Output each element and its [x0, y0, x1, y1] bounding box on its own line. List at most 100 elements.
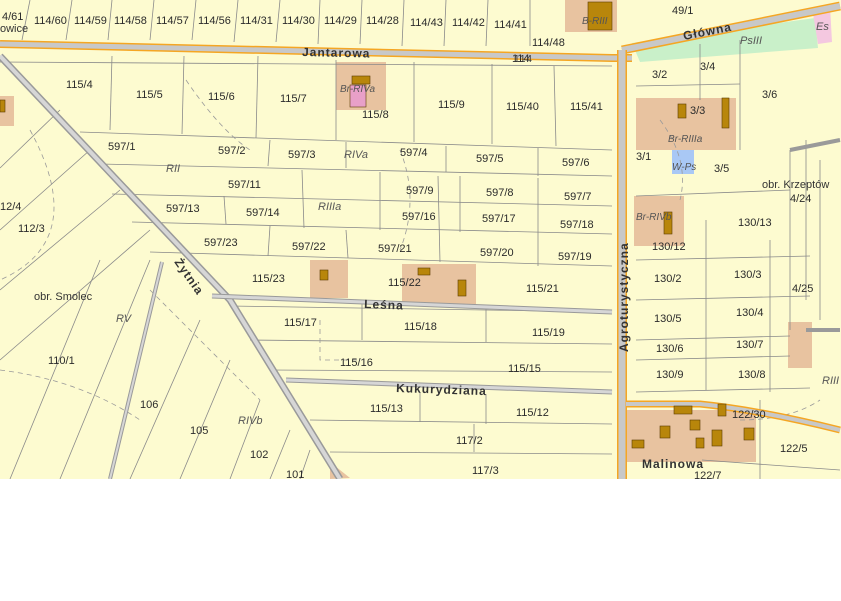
building [711, 429, 723, 447]
parcel-label: 12/4 [0, 201, 21, 213]
parcel-label: 130/7 [736, 339, 764, 351]
parcel-label: 117/3 [472, 465, 499, 477]
building [417, 267, 431, 276]
parcel-label: 4/24 [790, 193, 811, 205]
area-label-smolec: obr. Smolec [34, 291, 93, 303]
parcel-label: 115/12 [516, 407, 549, 419]
building [457, 279, 467, 297]
parcel-label: 597/5 [476, 153, 504, 165]
parcel-label: 130/9 [656, 369, 684, 381]
soil-label: RIVb [238, 415, 262, 427]
parcel-label: 115/18 [404, 321, 437, 333]
parcel-label: 114/58 [114, 15, 147, 27]
parcel-label: 115/40 [506, 101, 539, 113]
parcel-label: 3/5 [714, 163, 729, 175]
building-label: B-RIII [582, 16, 608, 27]
parcel-label: 130/4 [736, 307, 764, 319]
parcel-label: 115/15 [508, 363, 541, 375]
parcel-label: 114/48 [532, 37, 565, 49]
parcel-label: 597/3 [288, 149, 316, 161]
parcel-label: 115/23 [252, 273, 285, 285]
parcel-label: 114/28 [366, 15, 399, 27]
parcel-label: 114/56 [198, 15, 231, 27]
parcel-label: 597/23 [204, 237, 238, 249]
parcel-label: 597/16 [402, 211, 436, 223]
parcel-label: 115/21 [526, 283, 559, 295]
parcel-label: 114/60 [34, 15, 67, 27]
building-plot [310, 260, 348, 298]
building [319, 269, 329, 281]
cadastral-map[interactable]: 4/61 114/60 114/59 114/58 114/57 114/56 … [0, 0, 841, 479]
parcel-label: 130/3 [734, 269, 762, 281]
building [673, 405, 693, 415]
soil-label: RIVa [344, 149, 368, 161]
soil-label: RV [116, 313, 133, 325]
parcel-label: 115/19 [532, 327, 565, 339]
parcel-label: 597/19 [558, 251, 592, 263]
parcel-label: 122/5 [780, 443, 808, 455]
parcel-label: 115/5 [136, 89, 163, 101]
parcel-label: 597/14 [246, 207, 280, 219]
parcel-label: 115/9 [438, 99, 465, 111]
parcel-label: 115/6 [208, 91, 235, 103]
map-canvas[interactable]: 4/61 114/60 114/59 114/58 114/57 114/56 … [0, 0, 841, 479]
parcel-label: 102 [250, 449, 268, 461]
building [0, 99, 6, 113]
street-label-kukurydziana: Kukurydziana [396, 381, 487, 398]
parcel-label: 114/57 [156, 15, 189, 27]
parcel-label: 122/7 [694, 470, 722, 479]
parcel-label: 101 [286, 469, 304, 479]
building [659, 425, 671, 439]
parcel-label: 3/1 [636, 151, 651, 163]
parcel-label: 130/6 [656, 343, 684, 355]
parcel-label: 4/25 [792, 283, 813, 295]
parcel-label: 115/22 [388, 277, 421, 289]
parcel-label: 597/11 [228, 179, 261, 191]
parcel-label: 122/30 [732, 409, 766, 421]
building [721, 97, 730, 129]
parcel-label: 597/4 [400, 147, 428, 159]
parcel-label: 114/30 [282, 15, 315, 27]
parcel-label: 130/2 [654, 273, 682, 285]
street-label-malinowa: Malinowa [642, 457, 704, 471]
parcel-label: 3/3 [690, 105, 705, 117]
parcel-label: 3/6 [762, 89, 777, 101]
building-label: Br-RIVb [636, 212, 672, 223]
parcel-label: 115/4 [66, 79, 93, 91]
building [695, 437, 705, 449]
building-label: W-Ps [672, 162, 696, 173]
soil-label: RIIIa [318, 201, 341, 213]
building [351, 75, 371, 85]
parcel-label: 49/1 [672, 5, 693, 17]
parcel-label: 115/7 [280, 93, 307, 105]
parcel-label: 3/2 [652, 69, 667, 81]
soil-label: RIII [822, 375, 839, 387]
building-label: Br-RIIIa [668, 134, 703, 145]
parcel-label: 115/17 [284, 317, 317, 329]
parcel-label: 597/9 [406, 185, 434, 197]
parcel-label: 130/12 [652, 241, 686, 253]
parcel-label: 112/3 [18, 223, 45, 235]
parcel-label: 114/43 [410, 17, 443, 29]
parcel-label: 130/5 [654, 313, 682, 325]
area-label-krzeptow: obr. Krzeptów [762, 179, 829, 191]
parcel-label: 115/8 [362, 109, 389, 121]
parcel-label: 597/7 [564, 191, 592, 203]
street-label-agroturystyczna: Agroturystyczna [617, 242, 631, 352]
parcel-label: 130/13 [738, 217, 772, 229]
parcel-label: 114/29 [324, 15, 357, 27]
parcel-label: 597/13 [166, 203, 200, 215]
area-label-owice: owice [0, 23, 28, 35]
parcel-label: 597/1 [108, 141, 136, 153]
road-number-114: 114 [514, 54, 533, 65]
parcel-label: 115/13 [370, 403, 403, 415]
blank-area [0, 479, 841, 601]
street-label-jantarowa: Jantarowa [302, 45, 371, 61]
parcel-label: 3/4 [700, 61, 715, 73]
parcel-label: 597/21 [378, 243, 412, 255]
parcel-label: 4/61 [2, 11, 23, 23]
parcel-label: 597/2 [218, 145, 246, 157]
parcel-label: 110/1 [48, 355, 75, 367]
building [717, 403, 727, 417]
parcel-label: 105 [190, 425, 208, 437]
